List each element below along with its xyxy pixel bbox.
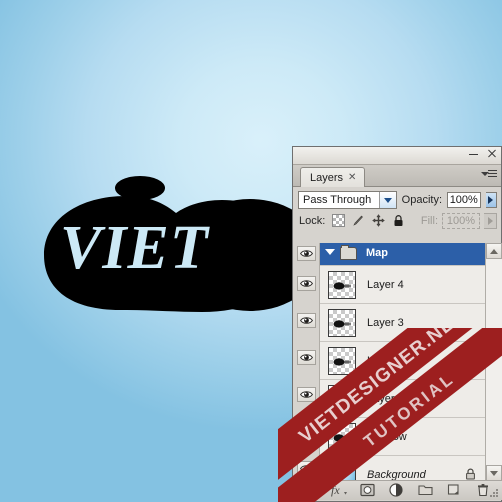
opacity-label: Opacity: — [401, 194, 443, 206]
tab-close-icon[interactable]: ✕ — [348, 172, 356, 183]
table-row[interactable]: Layer 4 — [320, 266, 486, 304]
scroll-up-icon[interactable] — [486, 243, 502, 259]
table-row[interactable]: Layer 2 — [320, 342, 486, 380]
opacity-input[interactable]: 100% — [447, 192, 481, 208]
opacity-value: 100% — [449, 194, 478, 206]
layer-thumbnail[interactable] — [328, 308, 356, 337]
layer-rows: Map Layer 4 Layer 3 Layer 2 Layer 1 Shadow Bac… — [320, 243, 486, 481]
visibility-toggle-icon[interactable] — [297, 424, 316, 439]
layer-thumbnail[interactable] — [328, 384, 356, 413]
panel-tabrow: Layers ✕ — [293, 165, 501, 187]
layers-list: Map Layer 4 Layer 3 Layer 2 Layer 1 Shadow Bac… — [294, 243, 502, 481]
lock-position-icon[interactable] — [372, 214, 386, 227]
close-icon[interactable] — [486, 148, 497, 159]
resize-grip-icon[interactable] — [490, 489, 499, 498]
svg-text:fx: fx — [331, 483, 340, 497]
table-row[interactable]: Shadow — [320, 418, 486, 456]
visibility-toggle-icon[interactable] — [297, 276, 316, 291]
tab-layers[interactable]: Layers ✕ — [300, 167, 366, 187]
blend-mode-select[interactable]: Pass Through — [298, 191, 397, 209]
fill-value: 100% — [446, 214, 476, 227]
fill-slider-arrow-icon[interactable] — [484, 212, 497, 229]
layer-thumbnail[interactable] — [328, 460, 356, 481]
link-layers-icon[interactable] — [302, 483, 318, 498]
photoshop-canvas: VIET DE Layers ✕ Pass Through Opacity: 1… — [0, 0, 502, 502]
layer-name: Map — [366, 247, 388, 259]
panel-menu-icon[interactable] — [481, 168, 497, 182]
layer-name[interactable]: Layer 1 — [367, 393, 404, 405]
panel-titlebar — [293, 147, 501, 165]
artwork-wordmark-viet: VIET — [60, 214, 210, 282]
fill-input[interactable]: 100% — [442, 212, 480, 229]
new-fill-adjustment-icon[interactable] — [389, 483, 404, 498]
visibility-toggle-icon[interactable] — [297, 461, 316, 476]
visibility-toggle-icon[interactable] — [297, 387, 316, 402]
blend-mode-row: Pass Through Opacity: 100% — [293, 187, 501, 211]
layer-name[interactable]: Layer 3 — [367, 317, 404, 329]
lock-row: Lock: Fill: 100% — [293, 211, 501, 230]
layer-name[interactable]: Layer 2 — [367, 355, 404, 367]
lock-all-icon[interactable] — [392, 214, 405, 227]
visibility-column — [294, 243, 320, 481]
layers-panel: Layers ✕ Pass Through Opacity: 100% Lock… — [292, 146, 502, 502]
tab-layers-label: Layers — [310, 171, 344, 184]
layer-thumbnail[interactable] — [328, 346, 356, 375]
layer-group-row[interactable]: Map — [320, 243, 486, 266]
folder-icon — [340, 245, 357, 260]
layers-scrollbar[interactable] — [485, 243, 502, 481]
table-row[interactable]: Background — [320, 456, 486, 481]
layer-style-fx-icon[interactable]: fx — [331, 483, 347, 498]
blend-mode-value: Pass Through — [303, 194, 372, 206]
lock-label: Lock: — [299, 214, 326, 227]
table-row[interactable]: Layer 1 — [320, 380, 486, 418]
add-layer-mask-icon[interactable] — [360, 483, 375, 498]
opacity-slider-arrow-icon[interactable] — [485, 192, 497, 208]
layer-thumbnail[interactable] — [328, 270, 356, 299]
layer-name[interactable]: Shadow — [367, 431, 407, 443]
lock-transparency-icon[interactable] — [332, 214, 346, 227]
table-row[interactable]: Layer 3 — [320, 304, 486, 342]
scroll-down-icon[interactable] — [486, 465, 502, 481]
minimize-icon[interactable] — [468, 148, 479, 159]
layer-name[interactable]: Background — [367, 469, 426, 481]
visibility-toggle-icon[interactable] — [297, 246, 316, 261]
new-group-icon[interactable] — [418, 483, 433, 498]
visibility-toggle-icon[interactable] — [297, 313, 316, 328]
group-disclosure-icon[interactable] — [325, 249, 335, 255]
layer-name[interactable]: Layer 4 — [367, 279, 404, 291]
layer-thumbnail[interactable] — [328, 422, 356, 451]
layers-bottom-toolbar: fx — [294, 480, 502, 500]
new-layer-icon[interactable] — [447, 483, 462, 498]
lock-image-icon[interactable] — [352, 214, 365, 227]
locked-icon — [465, 468, 476, 480]
visibility-toggle-icon[interactable] — [297, 350, 316, 365]
chevron-down-icon[interactable] — [378, 192, 396, 208]
fill-label: Fill: — [420, 214, 438, 227]
delete-layer-icon[interactable] — [476, 483, 491, 498]
